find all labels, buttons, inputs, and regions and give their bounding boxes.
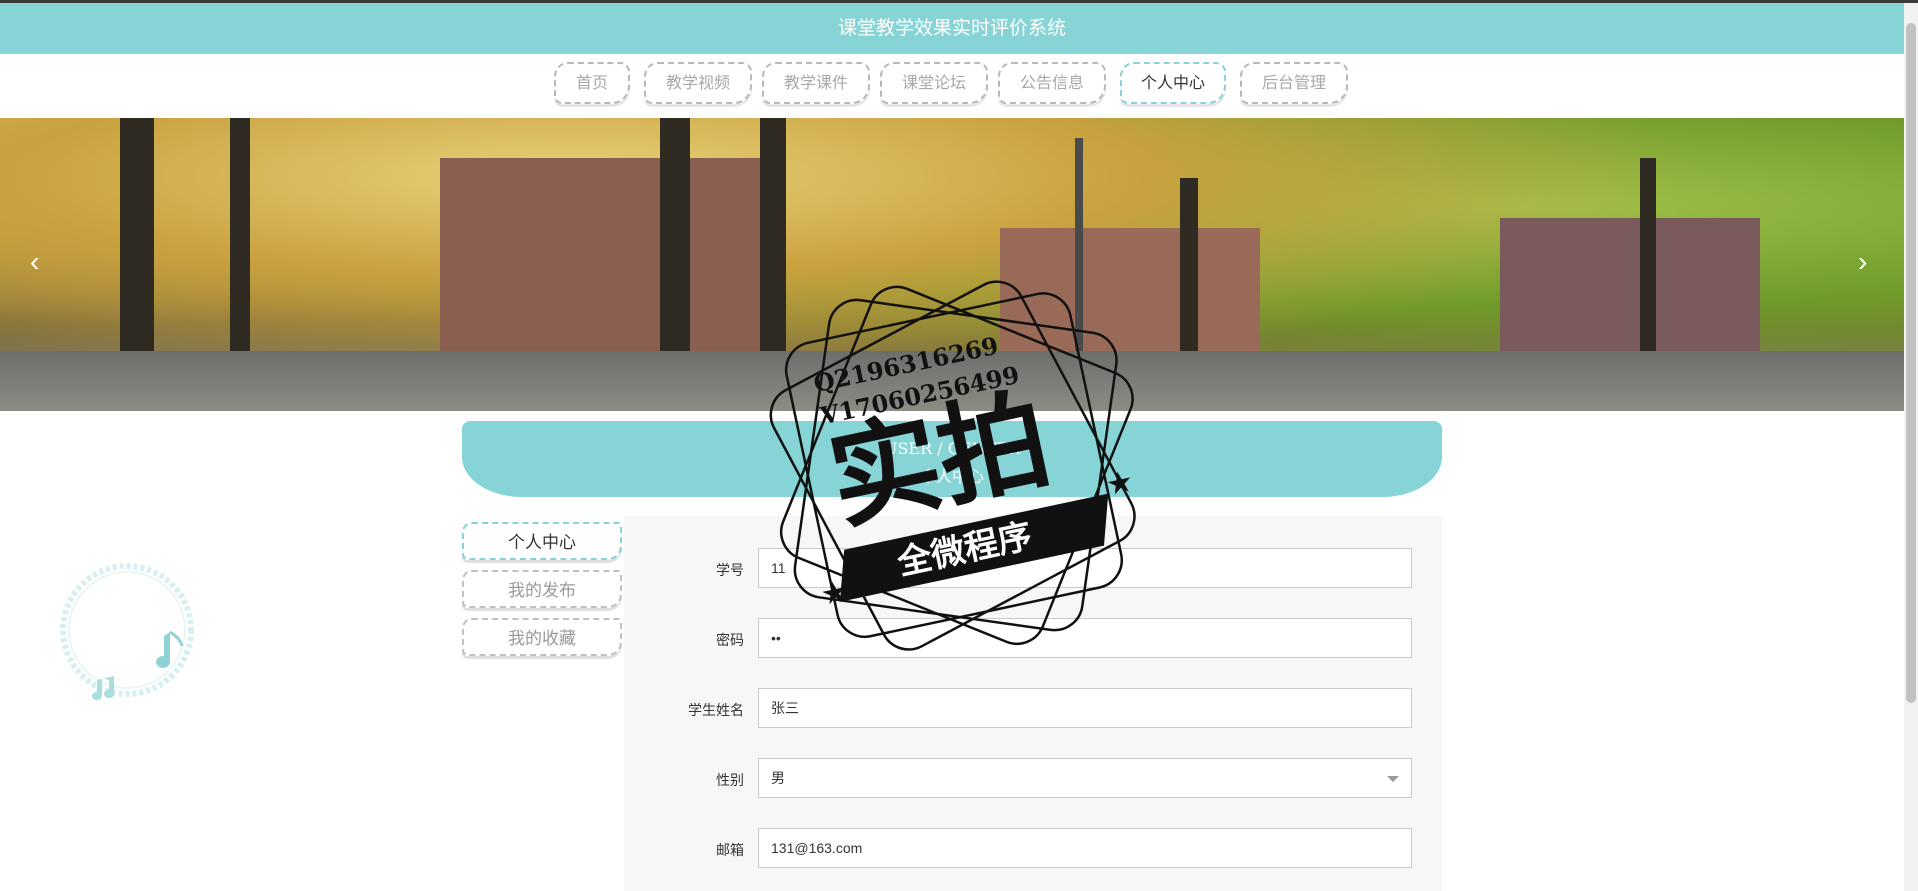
section-title-en: USER / CENTER bbox=[883, 439, 1021, 458]
nav-forum[interactable]: 课堂论坛 bbox=[880, 62, 988, 104]
banner-prev-arrow[interactable]: ‹ bbox=[30, 246, 39, 278]
sidebar-item-my-posts[interactable]: 我的发布 bbox=[462, 570, 622, 608]
nav-admin[interactable]: 后台管理 bbox=[1240, 62, 1348, 104]
email-label: 邮箱 bbox=[716, 842, 744, 858]
section-header: USER / CENTER 个人中心 bbox=[462, 421, 1442, 497]
password-label: 密码 bbox=[716, 632, 744, 648]
student-id-label: 学号 bbox=[716, 562, 744, 578]
student-name-label: 学生姓名 bbox=[688, 702, 744, 718]
nav-home[interactable]: 首页 bbox=[554, 62, 630, 104]
nav-personal-center[interactable]: 个人中心 bbox=[1120, 62, 1226, 104]
gender-select[interactable]: 男 bbox=[758, 758, 1412, 798]
nav-courseware[interactable]: 教学课件 bbox=[762, 62, 870, 104]
banner-carousel: ‹ › bbox=[0, 118, 1904, 411]
banner-next-arrow[interactable]: › bbox=[1858, 246, 1867, 278]
email-input[interactable]: 131@163.com bbox=[758, 828, 1412, 868]
page-scrollbar[interactable] bbox=[1904, 3, 1918, 891]
gender-label: 性别 bbox=[716, 772, 744, 788]
scrollbar-thumb[interactable] bbox=[1906, 23, 1916, 703]
music-note-decoration bbox=[60, 563, 194, 700]
sidebar-item-personal-center[interactable]: 个人中心 bbox=[462, 522, 622, 560]
main-nav: 首页 教学视频 教学课件 课堂论坛 公告信息 个人中心 后台管理 bbox=[0, 54, 1904, 118]
password-input[interactable]: •• bbox=[758, 618, 1412, 658]
student-name-input[interactable]: 张三 bbox=[758, 688, 1412, 728]
nav-teaching-videos[interactable]: 教学视频 bbox=[644, 62, 752, 104]
sidebar-item-my-favorites[interactable]: 我的收藏 bbox=[462, 618, 622, 656]
page-title: 课堂教学效果实时评价系统 bbox=[0, 3, 1904, 54]
student-id-input[interactable]: 11 bbox=[758, 548, 1412, 588]
section-title-cn: 个人中心 bbox=[919, 469, 984, 486]
nav-announcements[interactable]: 公告信息 bbox=[998, 62, 1106, 104]
